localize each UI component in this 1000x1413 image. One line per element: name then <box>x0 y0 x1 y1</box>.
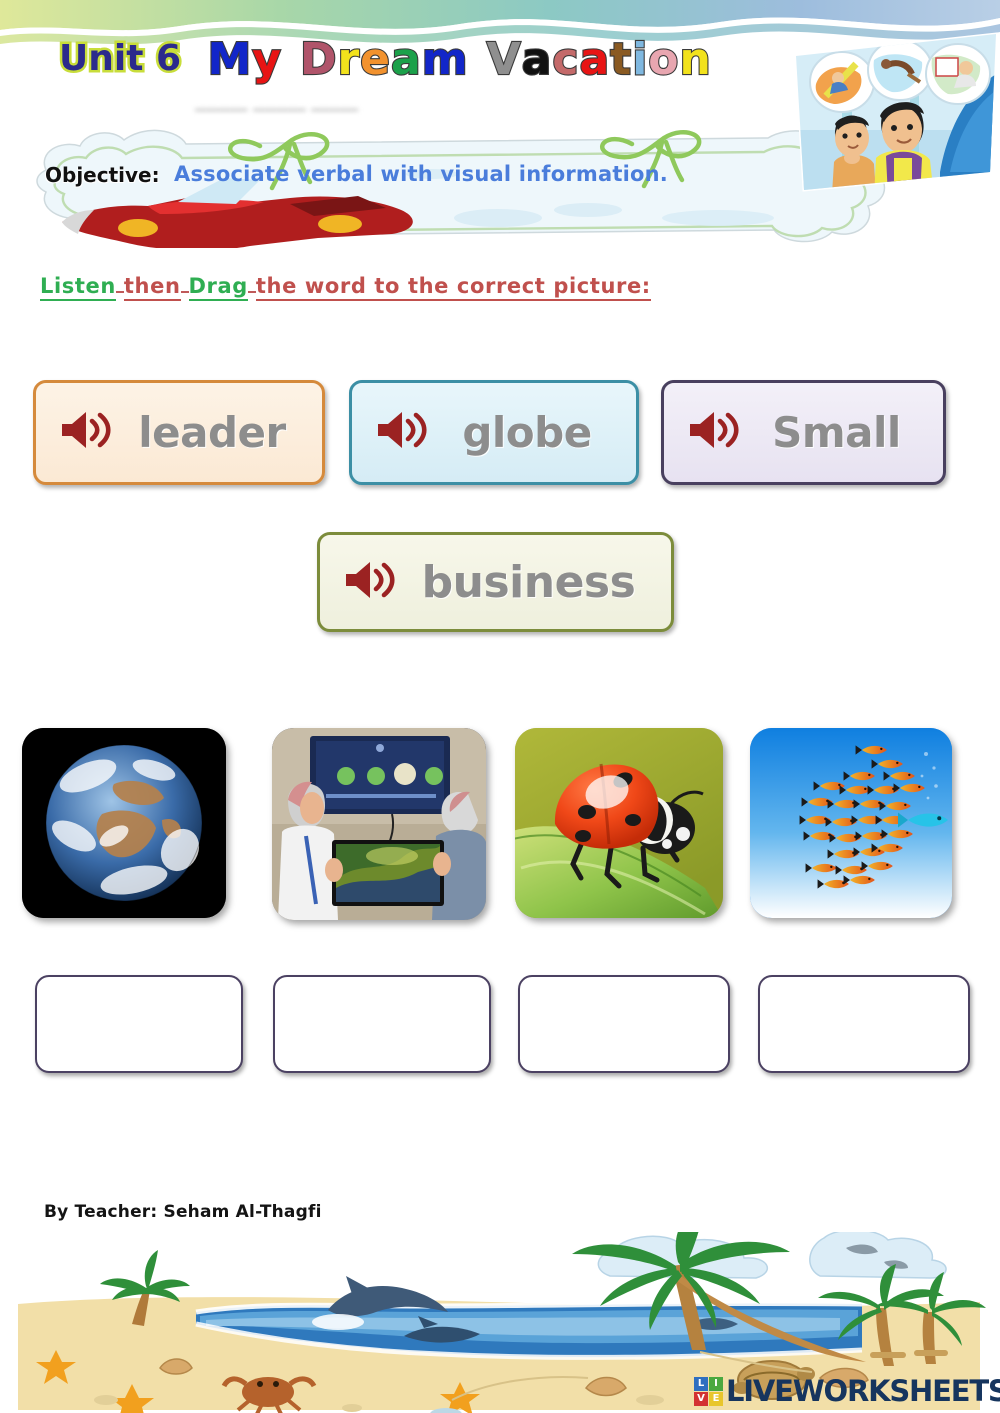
title-letter: c <box>551 34 580 85</box>
instruction-segment: the word to the correct picture: <box>255 274 651 301</box>
title-letter: a <box>390 34 422 85</box>
title-letter: a <box>578 34 611 85</box>
title-letter: m <box>421 34 469 85</box>
title-letter: a <box>521 34 553 85</box>
drop-zone-2[interactable] <box>273 975 491 1073</box>
word-card-small[interactable]: Small <box>661 380 946 485</box>
title-words: My Dream Vacation <box>189 36 712 82</box>
picture-students-presentation <box>272 728 486 920</box>
title-letter: e <box>359 34 392 85</box>
picture-row <box>0 728 1000 924</box>
watermark-text: LIVEWORKSHEETS <box>726 1374 1000 1408</box>
instruction-segment: Listen <box>40 274 116 301</box>
speaker-icon[interactable] <box>374 408 432 457</box>
title-letter: t <box>609 34 633 85</box>
title-word-my: My <box>206 36 282 82</box>
title-word-vacation: Vacation <box>485 36 711 82</box>
drop-zone-3[interactable] <box>518 975 730 1073</box>
title-letter: i <box>631 34 649 85</box>
title-letter: V <box>485 34 522 85</box>
unit-label: Unit 6 <box>57 36 184 82</box>
picture-fish-school <box>750 728 952 918</box>
speaker-icon[interactable] <box>342 558 400 607</box>
title-word-dream: Dream <box>299 36 469 82</box>
word-card-label: leader <box>138 408 286 457</box>
picture-earth-globe <box>22 728 226 918</box>
drop-zone-row <box>0 975 1000 1080</box>
speaker-icon[interactable] <box>58 408 116 457</box>
title-letter: y <box>251 34 282 85</box>
objective-label: Objective: <box>45 163 160 187</box>
worksheet-page: Unit 6 My Dream Vacation ــــــــ ــــــــ… <box>0 0 1000 1413</box>
drop-zone-4[interactable] <box>758 975 970 1073</box>
title-letter: D <box>299 34 338 85</box>
objective-text: Associate verbal with visual information… <box>174 162 668 186</box>
instruction-gap <box>180 291 189 293</box>
logo-tile-e: E <box>709 1391 723 1406</box>
logo-tile-l: L <box>694 1376 708 1391</box>
page-title: Unit 6 My Dream Vacation <box>55 36 712 83</box>
logo-tile-i: I <box>709 1376 723 1391</box>
liveworksheets-watermark: L I V E LIVEWORKSHEETS <box>694 1374 1000 1408</box>
liveworksheets-logo-icon: L I V E <box>694 1376 723 1406</box>
instruction-segment: then <box>123 274 181 301</box>
title-letter: M <box>206 34 253 85</box>
instruction-segment: Drag <box>188 274 248 301</box>
word-card-label: business <box>421 556 636 608</box>
word-card-globe[interactable]: globe <box>349 380 639 485</box>
word-card-leader[interactable]: leader <box>33 380 325 485</box>
instruction-gap <box>247 291 256 293</box>
instruction-text: Listen then Drag the word to the correct pi… <box>40 274 651 301</box>
logo-tile-v: V <box>694 1391 708 1406</box>
title-letter: r <box>336 34 361 85</box>
teacher-credit: By Teacher: Seham Al-Thagfi <box>44 1202 322 1222</box>
title-letter: n <box>678 34 712 85</box>
instruction-gap <box>115 291 124 293</box>
word-card-business[interactable]: business <box>317 532 674 632</box>
word-card-label: globe <box>462 408 592 457</box>
drop-zone-1[interactable] <box>35 975 243 1073</box>
word-card-label: Small <box>772 408 901 457</box>
title-letter: o <box>647 34 680 85</box>
header-illustration <box>790 22 1000 207</box>
speaker-icon[interactable] <box>686 408 744 457</box>
picture-ladybug <box>515 728 723 918</box>
